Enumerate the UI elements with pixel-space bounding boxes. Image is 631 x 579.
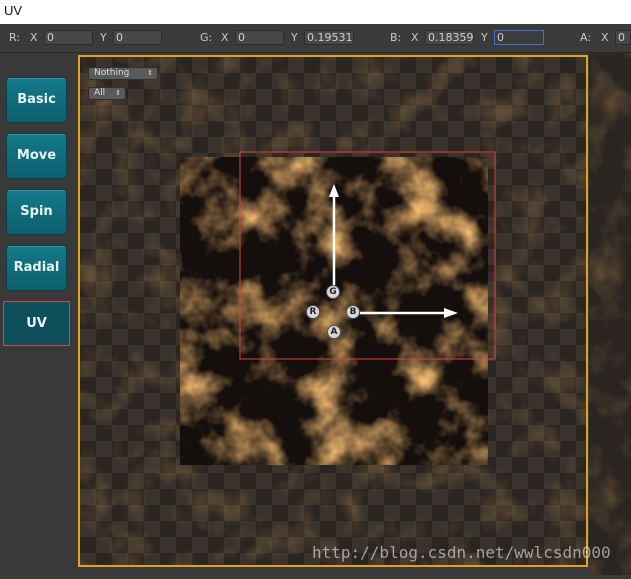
a-handle[interactable]: A: [327, 325, 341, 339]
b-y-label: Y: [481, 31, 488, 44]
r-handle[interactable]: R: [306, 305, 320, 319]
r-y-label: Y: [100, 31, 107, 44]
uv-toolbar: R: X 0 Y 0 G: X 0 Y 0.19531 B: X 0.18359…: [0, 24, 631, 53]
window-title: UV: [0, 0, 631, 24]
right-strip-texture: [589, 53, 631, 575]
watermark-text: http://blog.csdn.net/wwlcsdn000: [312, 543, 611, 562]
uv-preview-viewport[interactable]: Nothing ⇕ All ⇕ G R B A: [78, 55, 588, 567]
a-x-label: X: [601, 31, 609, 44]
b-channel-label: B:: [390, 31, 402, 44]
g-handle[interactable]: G: [326, 285, 340, 299]
b-x-field[interactable]: 0.18359: [425, 30, 474, 45]
spin-button[interactable]: Spin: [6, 189, 67, 235]
g-y-field[interactable]: 0.19531: [304, 30, 354, 45]
g-x-label: X: [221, 31, 229, 44]
g-x-field[interactable]: 0: [235, 30, 284, 45]
g-channel-label: G:: [200, 31, 213, 44]
all-dropdown-value: All: [94, 88, 106, 98]
r-x-label: X: [30, 31, 38, 44]
mode-sidebar: Basic Move Spin Radial UV: [0, 53, 77, 575]
g-y-label: Y: [291, 31, 298, 44]
r-y-field[interactable]: 0: [113, 30, 162, 45]
a-channel-label: A:: [580, 31, 592, 44]
radial-button[interactable]: Radial: [6, 245, 67, 291]
uv-button[interactable]: UV: [3, 301, 70, 346]
dropdown-arrows-icon: ⇕: [115, 89, 121, 97]
nothing-dropdown-value: Nothing: [94, 68, 130, 78]
move-button[interactable]: Move: [6, 133, 67, 179]
r-x-field[interactable]: 0: [44, 30, 93, 45]
dropdown-arrows-icon: ⇕: [147, 69, 153, 77]
b-y-field[interactable]: 0: [494, 30, 544, 45]
a-x-field[interactable]: 0: [615, 30, 631, 45]
texture-canvas: [80, 57, 586, 565]
r-channel-label: R:: [9, 31, 21, 44]
nothing-dropdown[interactable]: Nothing ⇕: [88, 67, 158, 80]
basic-button[interactable]: Basic: [6, 77, 67, 123]
all-dropdown[interactable]: All ⇕: [88, 87, 126, 100]
right-preview-strip: [589, 53, 631, 575]
b-x-label: X: [411, 31, 419, 44]
b-handle[interactable]: B: [346, 305, 360, 319]
